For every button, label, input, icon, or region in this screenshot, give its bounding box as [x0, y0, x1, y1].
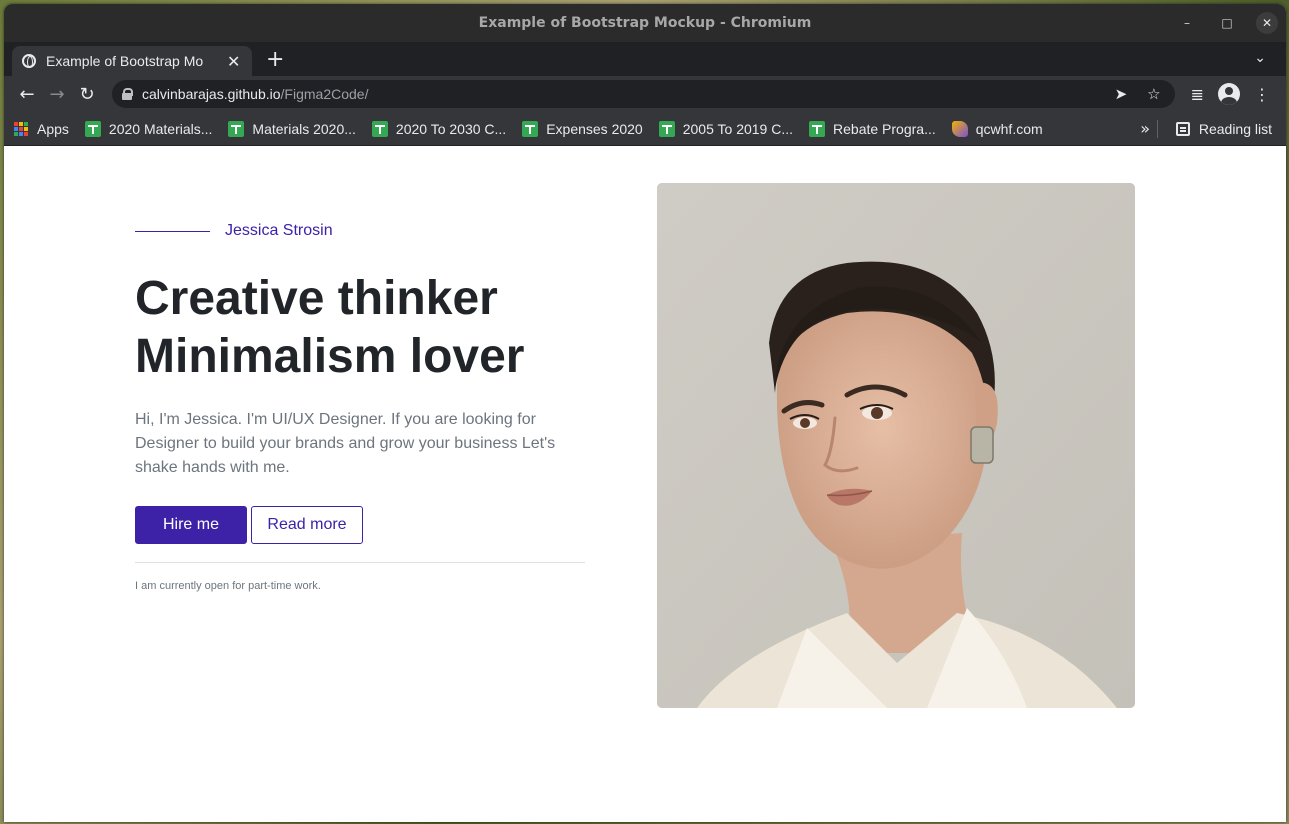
bookmark-label: 2020 To 2030 C... [395, 120, 507, 137]
headline-line-1: Creative thinker [135, 272, 498, 325]
reading-list-icon [1175, 121, 1190, 136]
sheets-icon [522, 120, 539, 137]
lock-icon[interactable] [122, 88, 133, 100]
reload-icon[interactable]: ↻ [72, 84, 102, 105]
bookmark-item[interactable]: Materials 2020... [228, 120, 356, 137]
bookmark-item[interactable]: 2005 To 2019 C... [658, 120, 794, 137]
portrait-illustration [657, 183, 1135, 708]
page-content: Jessica Strosin Creative thinker Minimal… [4, 146, 1286, 822]
sheets-icon [228, 120, 245, 137]
sheets-icon [658, 120, 675, 137]
author-name: Jessica Strosin [225, 222, 333, 239]
back-arrow-icon[interactable]: ← [12, 84, 42, 105]
site-favicon-icon [951, 120, 968, 137]
bookmarks-bar: Apps 2020 Materials... Materials 2020...… [4, 112, 1286, 146]
bookmarks-overflow-button[interactable]: » [1140, 119, 1150, 138]
bookmark-item[interactable]: 2020 Materials... [84, 120, 213, 137]
toolbar: ← → ↻ calvinbarajas.github.io/Figma2Code… [4, 76, 1286, 112]
availability-note: I am currently open for part-time work. [135, 580, 321, 592]
sheets-icon [84, 120, 101, 137]
toolbar-actions: ≣ ⋮ [1191, 83, 1270, 105]
minimize-button[interactable]: – [1176, 12, 1198, 34]
title-bar: Example of Bootstrap Mockup - Chromium –… [4, 4, 1286, 42]
sheets-icon [371, 120, 388, 137]
bookmark-label: 2020 Materials... [108, 120, 213, 137]
close-window-button[interactable]: ✕ [1256, 12, 1278, 34]
divider [1157, 119, 1158, 138]
tab-active[interactable]: Example of Bootstrap Mo ✕ [12, 46, 252, 76]
url-host: calvinbarajas.github.io [142, 86, 281, 102]
apps-grid-icon [14, 121, 28, 136]
cta-buttons: Hire me Read more [135, 506, 363, 544]
reading-list-label: Reading list [1198, 120, 1272, 137]
reading-list-button[interactable]: Reading list [1175, 120, 1272, 137]
bookmark-label: 2005 To 2019 C... [682, 120, 794, 137]
page-title: Creative thinker Minimalism lover [135, 270, 595, 386]
bookmark-label: Expenses 2020 [546, 120, 643, 137]
hire-me-button[interactable]: Hire me [135, 506, 247, 544]
profile-icon[interactable] [1218, 83, 1240, 105]
window-controls: – □ ✕ [1176, 12, 1278, 34]
window-title: Example of Bootstrap Mockup - Chromium [478, 15, 812, 31]
bookmark-label: qcwhf.com [975, 120, 1043, 137]
tab-close-icon[interactable]: ✕ [227, 52, 240, 71]
bookmark-item[interactable]: 2020 To 2030 C... [371, 120, 507, 137]
bookmark-apps[interactable]: Apps [14, 121, 69, 137]
eyebrow-line [135, 230, 210, 232]
bookmark-qcwhf[interactable]: qcwhf.com [951, 120, 1043, 137]
kebab-menu-icon[interactable]: ⋮ [1254, 85, 1270, 104]
media-queue-icon[interactable]: ≣ [1191, 85, 1204, 104]
tab-search-chevron-icon[interactable]: ⌄ [1254, 50, 1266, 66]
star-icon[interactable]: ☆ [1147, 85, 1160, 103]
read-more-button[interactable]: Read more [251, 506, 363, 544]
address-bar[interactable]: calvinbarajas.github.io/Figma2Code/ ➤ ☆ [112, 80, 1175, 108]
divider [135, 562, 585, 563]
sheets-icon [809, 120, 826, 137]
bookmark-label: Apps [37, 120, 69, 137]
forward-arrow-icon[interactable]: → [42, 84, 72, 105]
tab-title: Example of Bootstrap Mo [46, 53, 204, 69]
eyebrow: Jessica Strosin [135, 222, 333, 240]
tab-strip: Example of Bootstrap Mo ✕ + ⌄ [4, 42, 1286, 76]
globe-icon [22, 54, 36, 68]
headline-line-2: Minimalism lover [135, 330, 525, 383]
bookmark-label: Materials 2020... [252, 120, 356, 137]
omnibox-actions: ➤ ☆ [1115, 85, 1161, 103]
portrait-image [657, 183, 1135, 708]
browser-window: Example of Bootstrap Mockup - Chromium –… [4, 4, 1286, 822]
bookmark-item[interactable]: Rebate Progra... [809, 120, 936, 137]
maximize-button[interactable]: □ [1216, 12, 1238, 34]
bookmark-item[interactable]: Expenses 2020 [522, 120, 643, 137]
url-path: /Figma2Code/ [280, 86, 369, 102]
new-tab-button[interactable]: + [266, 47, 284, 72]
bookmark-label: Rebate Progra... [833, 120, 936, 137]
intro-text: Hi, I'm Jessica. I'm UI/UX Designer. If … [135, 411, 556, 476]
send-icon[interactable]: ➤ [1115, 85, 1128, 103]
